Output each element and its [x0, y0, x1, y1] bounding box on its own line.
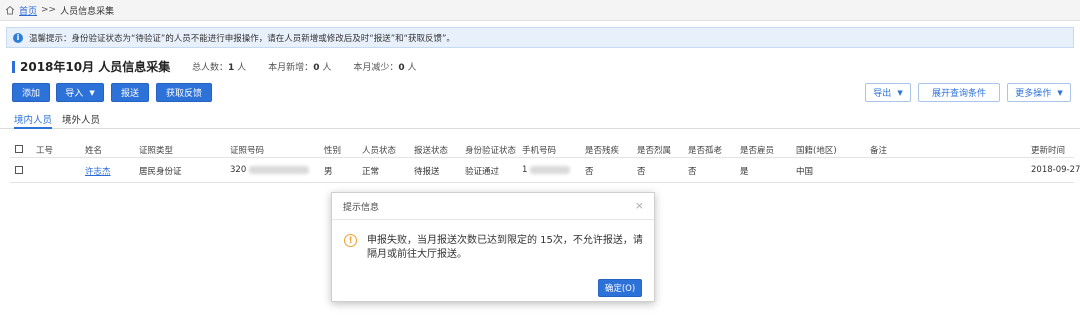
info-icon: i [13, 32, 23, 43]
col-disabled: 是否残疾 [585, 146, 620, 156]
col-remark: 备注 [870, 146, 888, 156]
export-label: 导出 [873, 89, 892, 99]
id-no-prefix: 320 [230, 165, 247, 175]
import-label: 导入 [65, 89, 84, 99]
tab-overseas[interactable]: 境外人员 [62, 112, 100, 129]
person-tabs: 境内人员 境外人员 [0, 110, 1080, 129]
submit-button[interactable]: 报送 [111, 83, 149, 102]
cell-martyr: 否 [637, 167, 646, 177]
alert-dialog: 提示信息 × ! 申报失败，当月报送次数已达到限定的 15次，不允许报送，请隔月… [331, 192, 655, 302]
cell-updated: 2018-09-27 [1031, 165, 1080, 175]
row-checkbox[interactable] [15, 166, 23, 174]
breadcrumb-home-link[interactable]: 首页 [19, 4, 37, 17]
tab-domestic[interactable]: 境内人员 [14, 112, 53, 129]
ok-button[interactable]: 确定(O) [598, 279, 642, 297]
expand-query-button[interactable]: 展开查询条件 [918, 83, 1000, 102]
col-id-no: 证照号码 [230, 146, 265, 156]
col-name: 姓名 [85, 146, 103, 156]
breadcrumb-separator: >> [41, 5, 57, 15]
cell-phone: 1 [522, 165, 571, 175]
chevron-down-icon: ▼ [897, 88, 903, 97]
import-button[interactable]: 导入 ▼ [56, 83, 104, 102]
summary-stats: 总人数：1 人 本月新增：0 人 本月减少：0 人 [192, 60, 417, 73]
col-phone: 手机号码 [522, 146, 557, 156]
select-all-checkbox[interactable] [15, 145, 23, 153]
col-gender: 性别 [324, 146, 342, 156]
page-title: 2018年10月 人员信息采集 [20, 60, 171, 74]
export-button[interactable]: 导出 ▼ [865, 83, 911, 102]
page-title-bar: 2018年10月 人员信息采集 [12, 58, 170, 75]
table-header: 工号 姓名 证照类型 证照号码 性别 人员状态 报送状态 身份验证状态 手机号码… [10, 140, 1074, 158]
col-id: 工号 [36, 146, 54, 156]
cell-submit-status: 待报送 [414, 167, 440, 177]
warning-icon: ! [344, 234, 357, 247]
breadcrumb: 首页 >> 人员信息采集 [0, 0, 1080, 21]
cell-nationality: 中国 [796, 167, 814, 177]
cell-disabled: 否 [585, 167, 594, 177]
dialog-message: 申报失败，当月报送次数已达到限定的 15次，不允许报送，请隔月或前往大厅报送。 [367, 235, 643, 260]
chevron-down-icon: ▼ [89, 88, 95, 97]
col-status: 人员状态 [362, 146, 397, 156]
stat-removed: 本月减少：0 人 [353, 63, 417, 73]
stat-total: 总人数：1 人 [192, 63, 247, 73]
cell-gender: 男 [324, 167, 333, 177]
more-actions-button[interactable]: 更多操作 ▼ [1007, 83, 1071, 102]
col-martyr: 是否烈属 [637, 146, 672, 156]
redacted-phone [530, 165, 571, 174]
phone-prefix: 1 [522, 165, 528, 175]
col-elderly: 是否孤老 [688, 146, 723, 156]
dialog-header: 提示信息 [332, 193, 654, 220]
table-row[interactable]: 许志杰 居民身份证 320 男 正常 待报送 验证通过 1 否 否 否 是 中国… [10, 161, 1080, 183]
cell-elderly: 否 [688, 167, 697, 177]
home-icon [5, 5, 15, 15]
close-icon[interactable]: × [635, 199, 644, 212]
cell-verify-status: 验证通过 [465, 167, 500, 177]
col-nationality: 国籍(地区) [796, 146, 837, 156]
col-verify-status: 身份验证状态 [465, 146, 517, 156]
chevron-down-icon: ▼ [1057, 88, 1063, 97]
get-feedback-button[interactable]: 获取反馈 [156, 83, 212, 102]
dialog-title: 提示信息 [343, 202, 380, 213]
notice-banner: i 温馨提示：身份验证状态为“待验证”的人员不能进行申报操作，请在人员新增或修改… [6, 27, 1074, 48]
title-accent-bar [12, 60, 15, 73]
breadcrumb-current: 人员信息采集 [60, 6, 115, 17]
cell-id-type: 居民身份证 [139, 167, 182, 177]
col-submit-status: 报送状态 [414, 146, 449, 156]
more-actions-label: 更多操作 [1015, 89, 1052, 99]
redacted-id-no [248, 165, 309, 174]
col-employee: 是否雇员 [740, 146, 775, 156]
notice-text: 温馨提示：身份验证状态为“待验证”的人员不能进行申报操作，请在人员新增或修改后及… [29, 33, 455, 44]
cell-name-link[interactable]: 许志杰 [85, 165, 111, 177]
col-id-type: 证照类型 [139, 146, 174, 156]
cell-employee: 是 [740, 167, 749, 177]
cell-id-no: 320 [230, 165, 309, 175]
cell-status: 正常 [362, 167, 380, 177]
col-updated: 更新时间 [1031, 146, 1066, 156]
stat-new: 本月新增：0 人 [268, 63, 332, 73]
add-button[interactable]: 添加 [12, 83, 50, 102]
